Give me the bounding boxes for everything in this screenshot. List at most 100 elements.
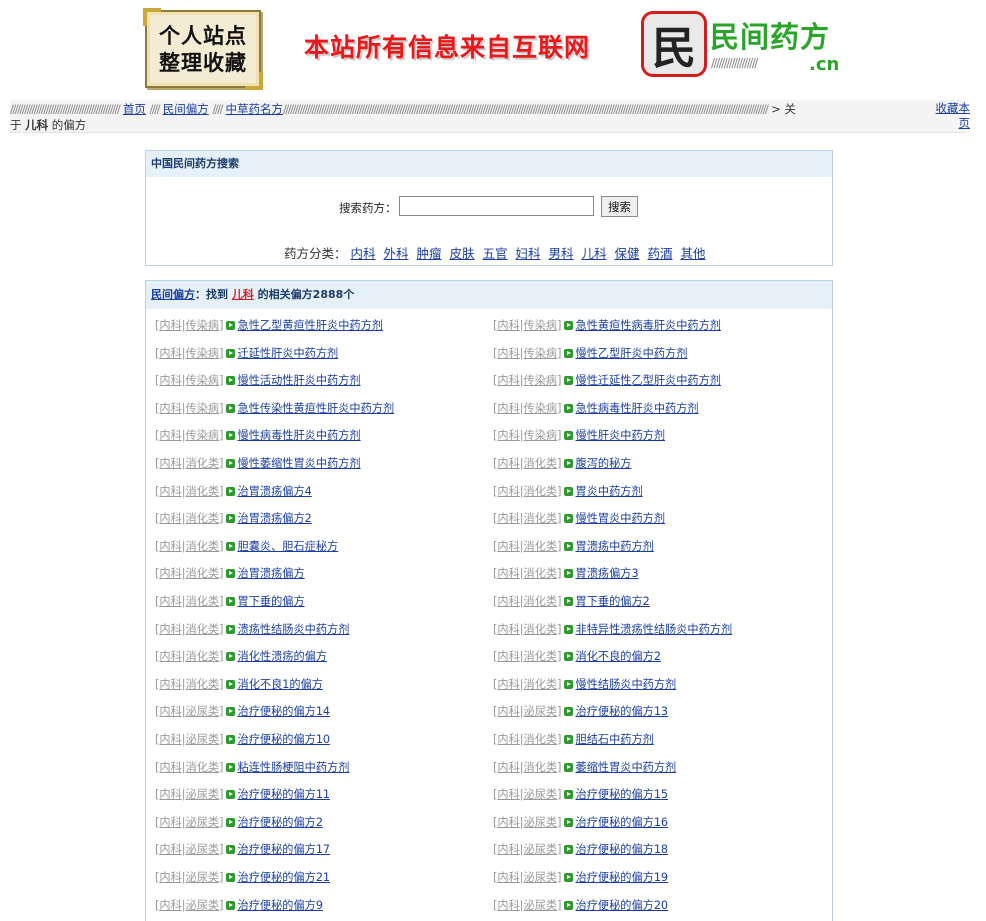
- item-title-link[interactable]: 急性乙型黄疸性肝炎中药方剂: [238, 319, 383, 332]
- item-title-link[interactable]: 急性传染性黄疸性肝炎中药方剂: [238, 402, 395, 415]
- item-category-link[interactable]: 内科: [159, 788, 181, 801]
- category-link-yaojiu[interactable]: 药酒: [648, 246, 673, 261]
- item-category-link[interactable]: 内科: [159, 485, 181, 498]
- item-subcategory-link[interactable]: 泌尿类: [186, 843, 220, 856]
- item-title-link[interactable]: 慢性病毒性肝炎中药方剂: [238, 429, 361, 442]
- item-category-link[interactable]: 内科: [159, 705, 181, 718]
- item-category-link[interactable]: 内科: [497, 540, 519, 553]
- partner-logo[interactable]: 民: [641, 11, 707, 77]
- item-title-link[interactable]: 粘连性肠梗阻中药方剂: [238, 761, 350, 774]
- item-category-link[interactable]: 内科: [497, 650, 519, 663]
- item-title-link[interactable]: 治疗便秘的偏方9: [238, 899, 323, 912]
- item-subcategory-link[interactable]: 消化类: [524, 761, 558, 774]
- results-folk-link[interactable]: 民间偏方: [151, 288, 195, 301]
- item-title-link[interactable]: 慢性乙型肝炎中药方剂: [576, 347, 688, 360]
- item-subcategory-link[interactable]: 消化类: [524, 595, 558, 608]
- item-title-link[interactable]: 治疗便秘的偏方16: [576, 816, 669, 829]
- item-category-link[interactable]: 内科: [159, 843, 181, 856]
- item-subcategory-link[interactable]: 消化类: [524, 540, 558, 553]
- breadcrumb-home-link[interactable]: 首页: [123, 102, 146, 116]
- item-subcategory-link[interactable]: 泌尿类: [524, 816, 558, 829]
- item-title-link[interactable]: 胆结石中药方剂: [576, 733, 654, 746]
- category-link-zhongliu[interactable]: 肿瘤: [417, 246, 442, 261]
- item-subcategory-link[interactable]: 传染病: [524, 429, 558, 442]
- item-subcategory-link[interactable]: 传染病: [186, 374, 220, 387]
- item-category-link[interactable]: 内科: [159, 567, 181, 580]
- item-subcategory-link[interactable]: 泌尿类: [186, 899, 220, 912]
- item-subcategory-link[interactable]: 传染病: [524, 374, 558, 387]
- item-category-link[interactable]: 内科: [497, 374, 519, 387]
- item-category-link[interactable]: 内科: [159, 761, 181, 774]
- item-title-link[interactable]: 治胃溃疡偏方4: [238, 485, 312, 498]
- item-title-link[interactable]: 消化性溃疡的偏方: [238, 650, 328, 663]
- item-category-link[interactable]: 内科: [497, 595, 519, 608]
- item-title-link[interactable]: 治疗便秘的偏方17: [238, 843, 331, 856]
- item-category-link[interactable]: 内科: [159, 374, 181, 387]
- item-subcategory-link[interactable]: 消化类: [524, 678, 558, 691]
- item-category-link[interactable]: 内科: [159, 540, 181, 553]
- item-subcategory-link[interactable]: 泌尿类: [186, 816, 220, 829]
- item-title-link[interactable]: 急性黄疸性病毒肝炎中药方剂: [576, 319, 721, 332]
- item-title-link[interactable]: 胃下垂的偏方2: [576, 595, 650, 608]
- item-title-link[interactable]: 溃疡性结肠炎中药方剂: [238, 623, 350, 636]
- item-category-link[interactable]: 内科: [497, 457, 519, 470]
- item-title-link[interactable]: 非特异性溃疡性结肠炎中药方剂: [576, 623, 733, 636]
- item-subcategory-link[interactable]: 传染病: [186, 429, 220, 442]
- item-title-link[interactable]: 慢性肝炎中药方剂: [576, 429, 666, 442]
- item-title-link[interactable]: 治疗便秘的偏方15: [576, 788, 669, 801]
- item-title-link[interactable]: 急性病毒性肝炎中药方剂: [576, 402, 699, 415]
- item-category-link[interactable]: 内科: [497, 402, 519, 415]
- item-subcategory-link[interactable]: 消化类: [186, 678, 220, 691]
- item-subcategory-link[interactable]: 泌尿类: [186, 788, 220, 801]
- item-title-link[interactable]: 慢性胃炎中药方剂: [576, 512, 666, 525]
- item-subcategory-link[interactable]: 消化类: [524, 457, 558, 470]
- item-category-link[interactable]: 内科: [497, 623, 519, 636]
- item-title-link[interactable]: 治胃溃疡偏方2: [238, 512, 312, 525]
- item-category-link[interactable]: 内科: [497, 319, 519, 332]
- category-link-erke[interactable]: 儿科: [582, 246, 607, 261]
- item-subcategory-link[interactable]: 消化类: [186, 595, 220, 608]
- item-title-link[interactable]: 消化不良的偏方2: [576, 650, 661, 663]
- item-title-link[interactable]: 慢性活动性肝炎中药方剂: [238, 374, 361, 387]
- item-subcategory-link[interactable]: 传染病: [524, 319, 558, 332]
- item-title-link[interactable]: 治胃溃疡偏方: [238, 567, 305, 580]
- item-subcategory-link[interactable]: 传染病: [186, 347, 220, 360]
- item-subcategory-link[interactable]: 传染病: [524, 347, 558, 360]
- item-title-link[interactable]: 萎缩性胃炎中药方剂: [576, 761, 677, 774]
- item-category-link[interactable]: 内科: [159, 678, 181, 691]
- item-subcategory-link[interactable]: 泌尿类: [524, 705, 558, 718]
- item-category-link[interactable]: 内科: [159, 816, 181, 829]
- item-subcategory-link[interactable]: 泌尿类: [524, 843, 558, 856]
- item-subcategory-link[interactable]: 消化类: [186, 540, 220, 553]
- item-subcategory-link[interactable]: 消化类: [524, 567, 558, 580]
- item-category-link[interactable]: 内科: [497, 347, 519, 360]
- item-title-link[interactable]: 慢性萎缩性胃炎中药方剂: [238, 457, 361, 470]
- item-title-link[interactable]: 治疗便秘的偏方21: [238, 871, 331, 884]
- item-title-link[interactable]: 慢性迁延性乙型肝炎中药方剂: [576, 374, 721, 387]
- item-category-link[interactable]: 内科: [497, 567, 519, 580]
- item-subcategory-link[interactable]: 消化类: [524, 485, 558, 498]
- item-title-link[interactable]: 迁延性肝炎中药方剂: [238, 347, 339, 360]
- category-link-neike[interactable]: 内科: [351, 246, 376, 261]
- item-title-link[interactable]: 治疗便秘的偏方2: [238, 816, 323, 829]
- item-subcategory-link[interactable]: 传染病: [524, 402, 558, 415]
- item-category-link[interactable]: 内科: [159, 512, 181, 525]
- category-link-pifu[interactable]: 皮肤: [450, 246, 475, 261]
- item-subcategory-link[interactable]: 消化类: [186, 457, 220, 470]
- item-title-link[interactable]: 胃溃疡中药方剂: [576, 540, 654, 553]
- item-title-link[interactable]: 治疗便秘的偏方14: [238, 705, 331, 718]
- item-subcategory-link[interactable]: 消化类: [524, 733, 558, 746]
- item-title-link[interactable]: 治疗便秘的偏方10: [238, 733, 331, 746]
- item-category-link[interactable]: 内科: [159, 871, 181, 884]
- item-title-link[interactable]: 治疗便秘的偏方20: [576, 899, 669, 912]
- item-title-link[interactable]: 胆囊炎、胆石症秘方: [238, 540, 339, 553]
- item-subcategory-link[interactable]: 消化类: [186, 567, 220, 580]
- item-subcategory-link[interactable]: 消化类: [186, 512, 220, 525]
- item-category-link[interactable]: 内科: [159, 733, 181, 746]
- item-category-link[interactable]: 内科: [497, 788, 519, 801]
- category-link-qita[interactable]: 其他: [681, 246, 706, 261]
- item-category-link[interactable]: 内科: [497, 733, 519, 746]
- item-title-link[interactable]: 胃下垂的偏方: [238, 595, 305, 608]
- breadcrumb-folk-link[interactable]: 民间偏方: [163, 102, 209, 116]
- item-category-link[interactable]: 内科: [159, 650, 181, 663]
